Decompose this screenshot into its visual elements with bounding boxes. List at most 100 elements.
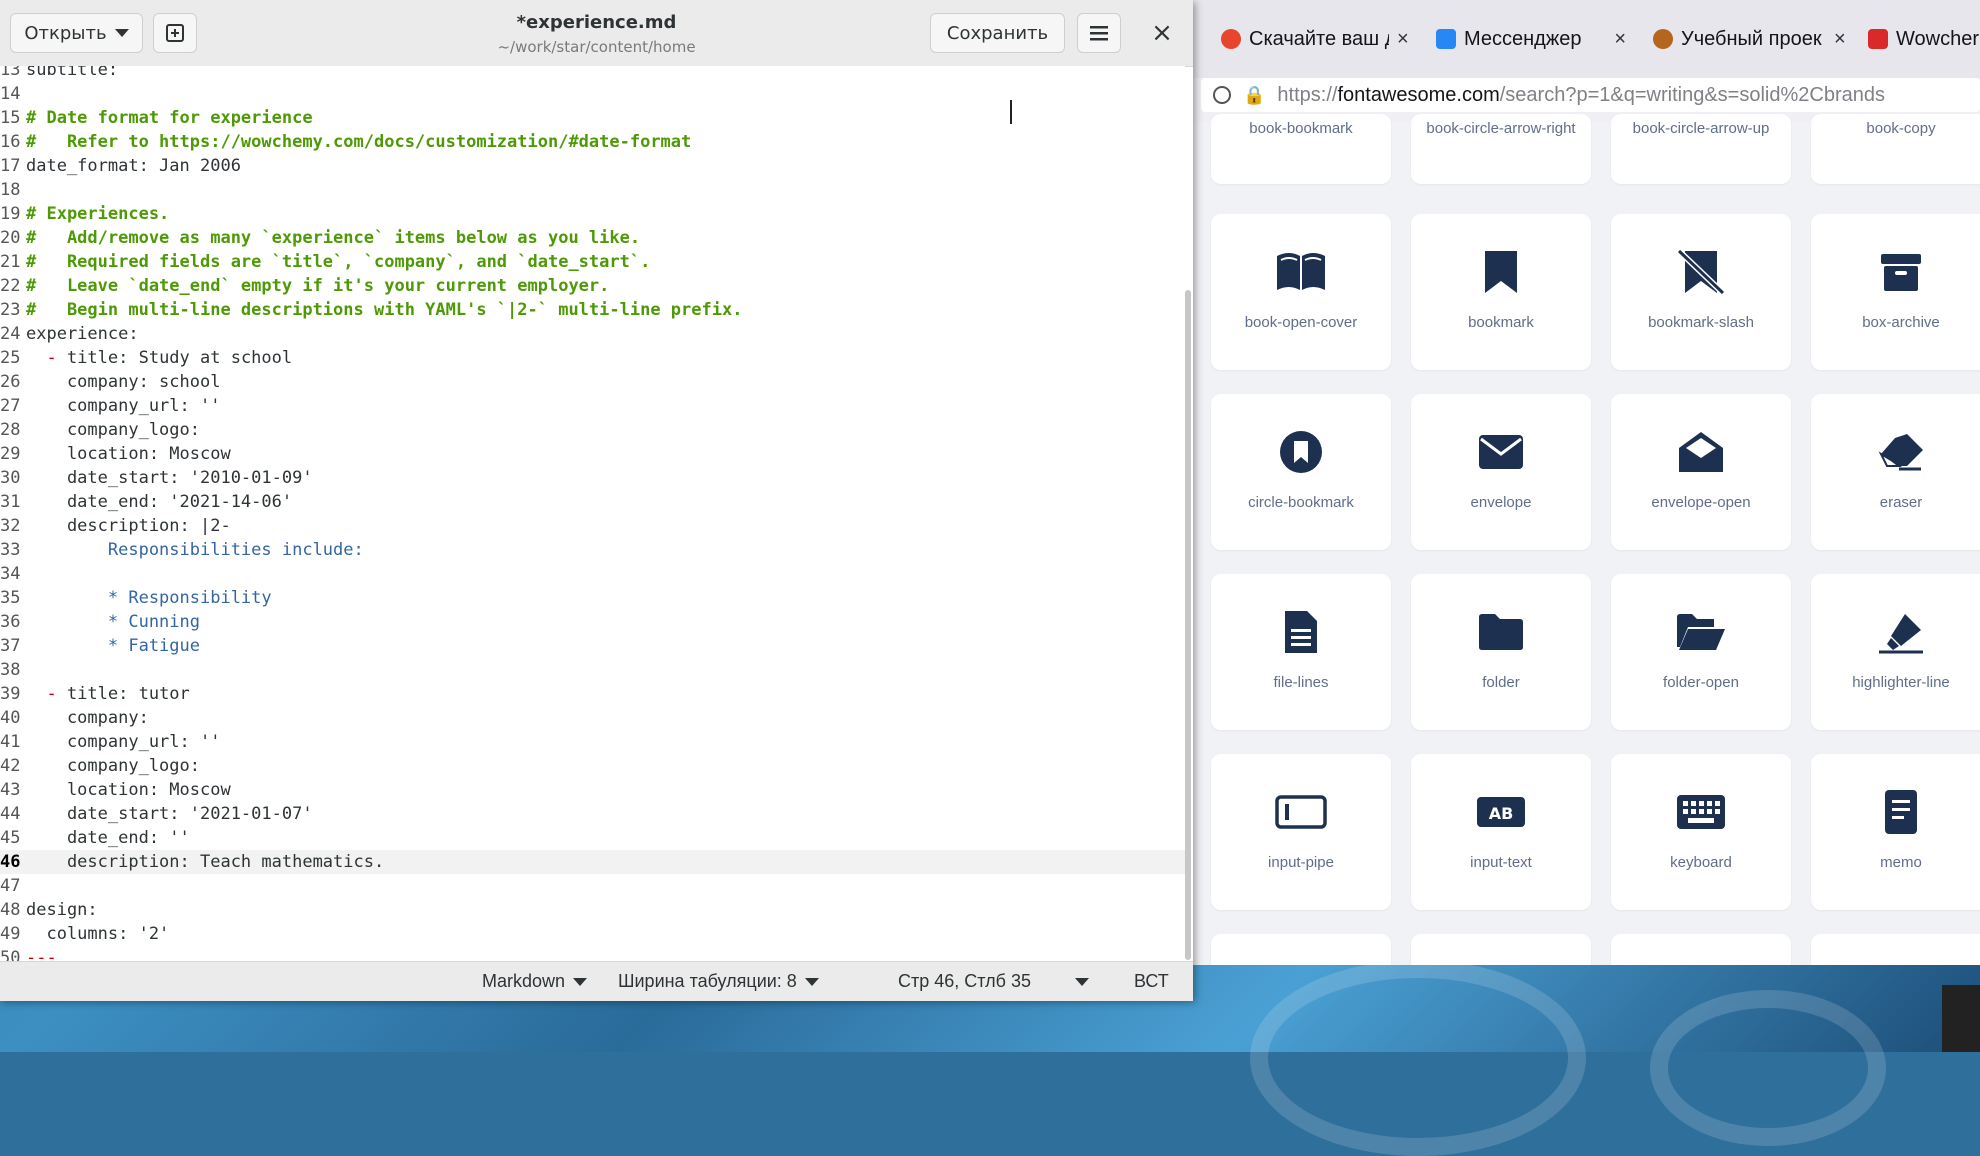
icon-result-card[interactable]: book-circle-arrow-up [1611, 114, 1791, 184]
code-line[interactable]: 47 [0, 874, 1185, 898]
insert-mode-indicator[interactable]: ВСТ [1134, 971, 1169, 992]
icon-result-card[interactable]: file-lines [1211, 574, 1391, 730]
shield-icon[interactable] [1213, 86, 1231, 104]
icon-result-card[interactable]: folder [1411, 574, 1591, 730]
icon-result-card[interactable]: bookmark [1411, 214, 1591, 370]
code-line[interactable]: 34 [0, 562, 1185, 586]
code-line[interactable]: 29 location: Moscow [0, 442, 1185, 466]
icon-result-card[interactable]: keyboard [1611, 754, 1791, 910]
tab-width-selector[interactable]: Ширина табуляции: 8 [618, 971, 819, 992]
line-number: 22 [0, 276, 21, 296]
code-line[interactable]: 40 company: [0, 706, 1185, 730]
icon-result-card[interactable]: box-archive [1811, 214, 1980, 370]
icon-result-card[interactable] [1811, 934, 1980, 965]
icon-result-card[interactable] [1211, 934, 1391, 965]
icon-result-card[interactable]: folder-open [1611, 574, 1791, 730]
code-token: # Experiences. [26, 204, 170, 224]
icon-result-label: input-pipe [1268, 854, 1334, 871]
icon-result-label: book-copy [1866, 120, 1936, 137]
code-line[interactable]: 30 date_start: '2010-01-09' [0, 466, 1185, 490]
code-line[interactable]: 22 # Leave `date_end` empty if it's your … [0, 274, 1185, 298]
code-line[interactable]: 17 date_format: Jan 2006 [0, 154, 1185, 178]
code-line[interactable]: 42 company_logo: [0, 754, 1185, 778]
code-line[interactable]: 37 * Fatigue [0, 634, 1185, 658]
cursor-position-selector[interactable]: Стр 46, Стлб 35 [898, 971, 1089, 992]
code-line[interactable]: 45 date_end: '' [0, 826, 1185, 850]
code-line[interactable]: 15 # Date format for experience [0, 106, 1185, 130]
url-bar[interactable]: 🔒 https://fontawesome.com/search?p=1&q=w… [1201, 78, 1980, 112]
icon-result-card[interactable] [1611, 934, 1791, 965]
code-line[interactable]: 48 design: [0, 898, 1185, 922]
eraser-icon [1875, 426, 1927, 478]
icon-result-card[interactable]: bookmark-slash [1611, 214, 1791, 370]
tab-close-icon[interactable]: × [1834, 28, 1846, 51]
code-line[interactable]: 32 description: |2- [0, 514, 1185, 538]
icon-result-card[interactable]: circle-bookmark [1211, 394, 1391, 550]
code-line[interactable]: 43 location: Moscow [0, 778, 1185, 802]
icon-result-card[interactable]: book-bookmark [1211, 114, 1391, 184]
code-line[interactable]: 25 - title: Study at school [0, 346, 1185, 370]
line-number: 15 [0, 108, 21, 128]
code-line[interactable]: 16 # Refer to https://wowchemy.com/docs/c… [0, 130, 1185, 154]
code-line[interactable]: 13 subtitle: [0, 66, 1185, 82]
code-line[interactable]: 18 [0, 178, 1185, 202]
icon-result-card[interactable]: envelope [1411, 394, 1591, 550]
tab-label: Wowcher [1896, 27, 1979, 50]
code-line[interactable]: 35 * Responsibility [0, 586, 1185, 610]
code-line[interactable]: 38 [0, 658, 1185, 682]
language-selector[interactable]: Markdown [482, 971, 588, 992]
vertical-scrollbar[interactable] [1185, 290, 1191, 960]
input-text-icon: AB [1475, 786, 1527, 838]
code-line[interactable]: 24 experience: [0, 322, 1185, 346]
tab-close-icon[interactable]: × [1397, 28, 1409, 51]
code-line[interactable]: 19 # Experiences. [0, 202, 1185, 226]
code-token: date_format: Jan 2006 [26, 156, 241, 176]
code-line[interactable]: 39 - title: tutor [0, 682, 1185, 706]
tab-favicon-icon [1436, 29, 1456, 49]
icon-result-card[interactable]: memo [1811, 754, 1980, 910]
icon-result-card[interactable]: book-copy [1811, 114, 1980, 184]
icon-result-card[interactable]: eraser [1811, 394, 1980, 550]
code-line[interactable]: 46 description: Teach mathematics. [0, 850, 1185, 874]
icon-result-card[interactable]: highlighter-line [1811, 574, 1980, 730]
code-token: date_end: '2021-14-06' [26, 492, 293, 512]
code-token: columns: '2' [26, 924, 170, 944]
icon-result-card[interactable]: book-open-cover [1211, 214, 1391, 370]
code-line[interactable]: 26 company: school [0, 370, 1185, 394]
code-line[interactable]: 20 # Add/remove as many `experience` item… [0, 226, 1185, 250]
browser-tab[interactable]: Мессенджер × [1436, 22, 1626, 56]
icon-result-label: book-circle-arrow-up [1632, 120, 1770, 137]
icon-result-card[interactable] [1411, 934, 1591, 965]
code-line[interactable]: 50 --- [0, 946, 1185, 961]
close-window-button[interactable]: × [1140, 13, 1184, 53]
text-editor-window: Открыть *experience.md ~/work/star/conte… [0, 0, 1193, 1001]
icon-result-label: book-bookmark [1249, 120, 1353, 137]
code-line[interactable]: 27 company_url: '' [0, 394, 1185, 418]
main-menu-button[interactable] [1077, 13, 1121, 53]
code-line[interactable]: 44 date_start: '2021-01-07' [0, 802, 1185, 826]
icon-result-card[interactable]: book-circle-arrow-right [1411, 114, 1591, 184]
icon-result-card[interactable]: envelope-open [1611, 394, 1791, 550]
code-line[interactable]: 28 company_logo: [0, 418, 1185, 442]
save-button[interactable]: Сохранить [930, 13, 1065, 53]
language-label: Markdown [482, 971, 566, 991]
code-line[interactable]: 49 columns: '2' [0, 922, 1185, 946]
browser-tab[interactable]: Учебный проек × [1653, 22, 1848, 56]
code-view[interactable]: 13 subtitle: 14 15 # Date format for experie… [0, 66, 1185, 961]
lock-icon[interactable]: 🔒 [1243, 85, 1265, 106]
icon-result-card[interactable]: input-pipe [1211, 754, 1391, 910]
browser-tab[interactable]: Wowcher [1868, 22, 1980, 56]
code-token: - [26, 348, 67, 368]
code-line[interactable]: 14 [0, 82, 1185, 106]
tab-close-icon[interactable]: × [1614, 28, 1626, 51]
code-line[interactable]: 41 company_url: '' [0, 730, 1185, 754]
code-line[interactable]: 36 * Cunning [0, 610, 1185, 634]
code-line[interactable]: 23 # Begin multi-line descriptions with Y… [0, 298, 1185, 322]
url-path: /search?p=1&q=writing&s=solid%2Cbrands [1499, 83, 1885, 106]
folder-icon [1475, 606, 1527, 658]
browser-tab[interactable]: Скачайте ваш д × [1221, 22, 1416, 56]
code-line[interactable]: 31 date_end: '2021-14-06' [0, 490, 1185, 514]
icon-result-card[interactable]: AB input-text [1411, 754, 1591, 910]
code-line[interactable]: 33 Responsibilities include: [0, 538, 1185, 562]
code-line[interactable]: 21 # Required fields are `title`, `compan… [0, 250, 1185, 274]
